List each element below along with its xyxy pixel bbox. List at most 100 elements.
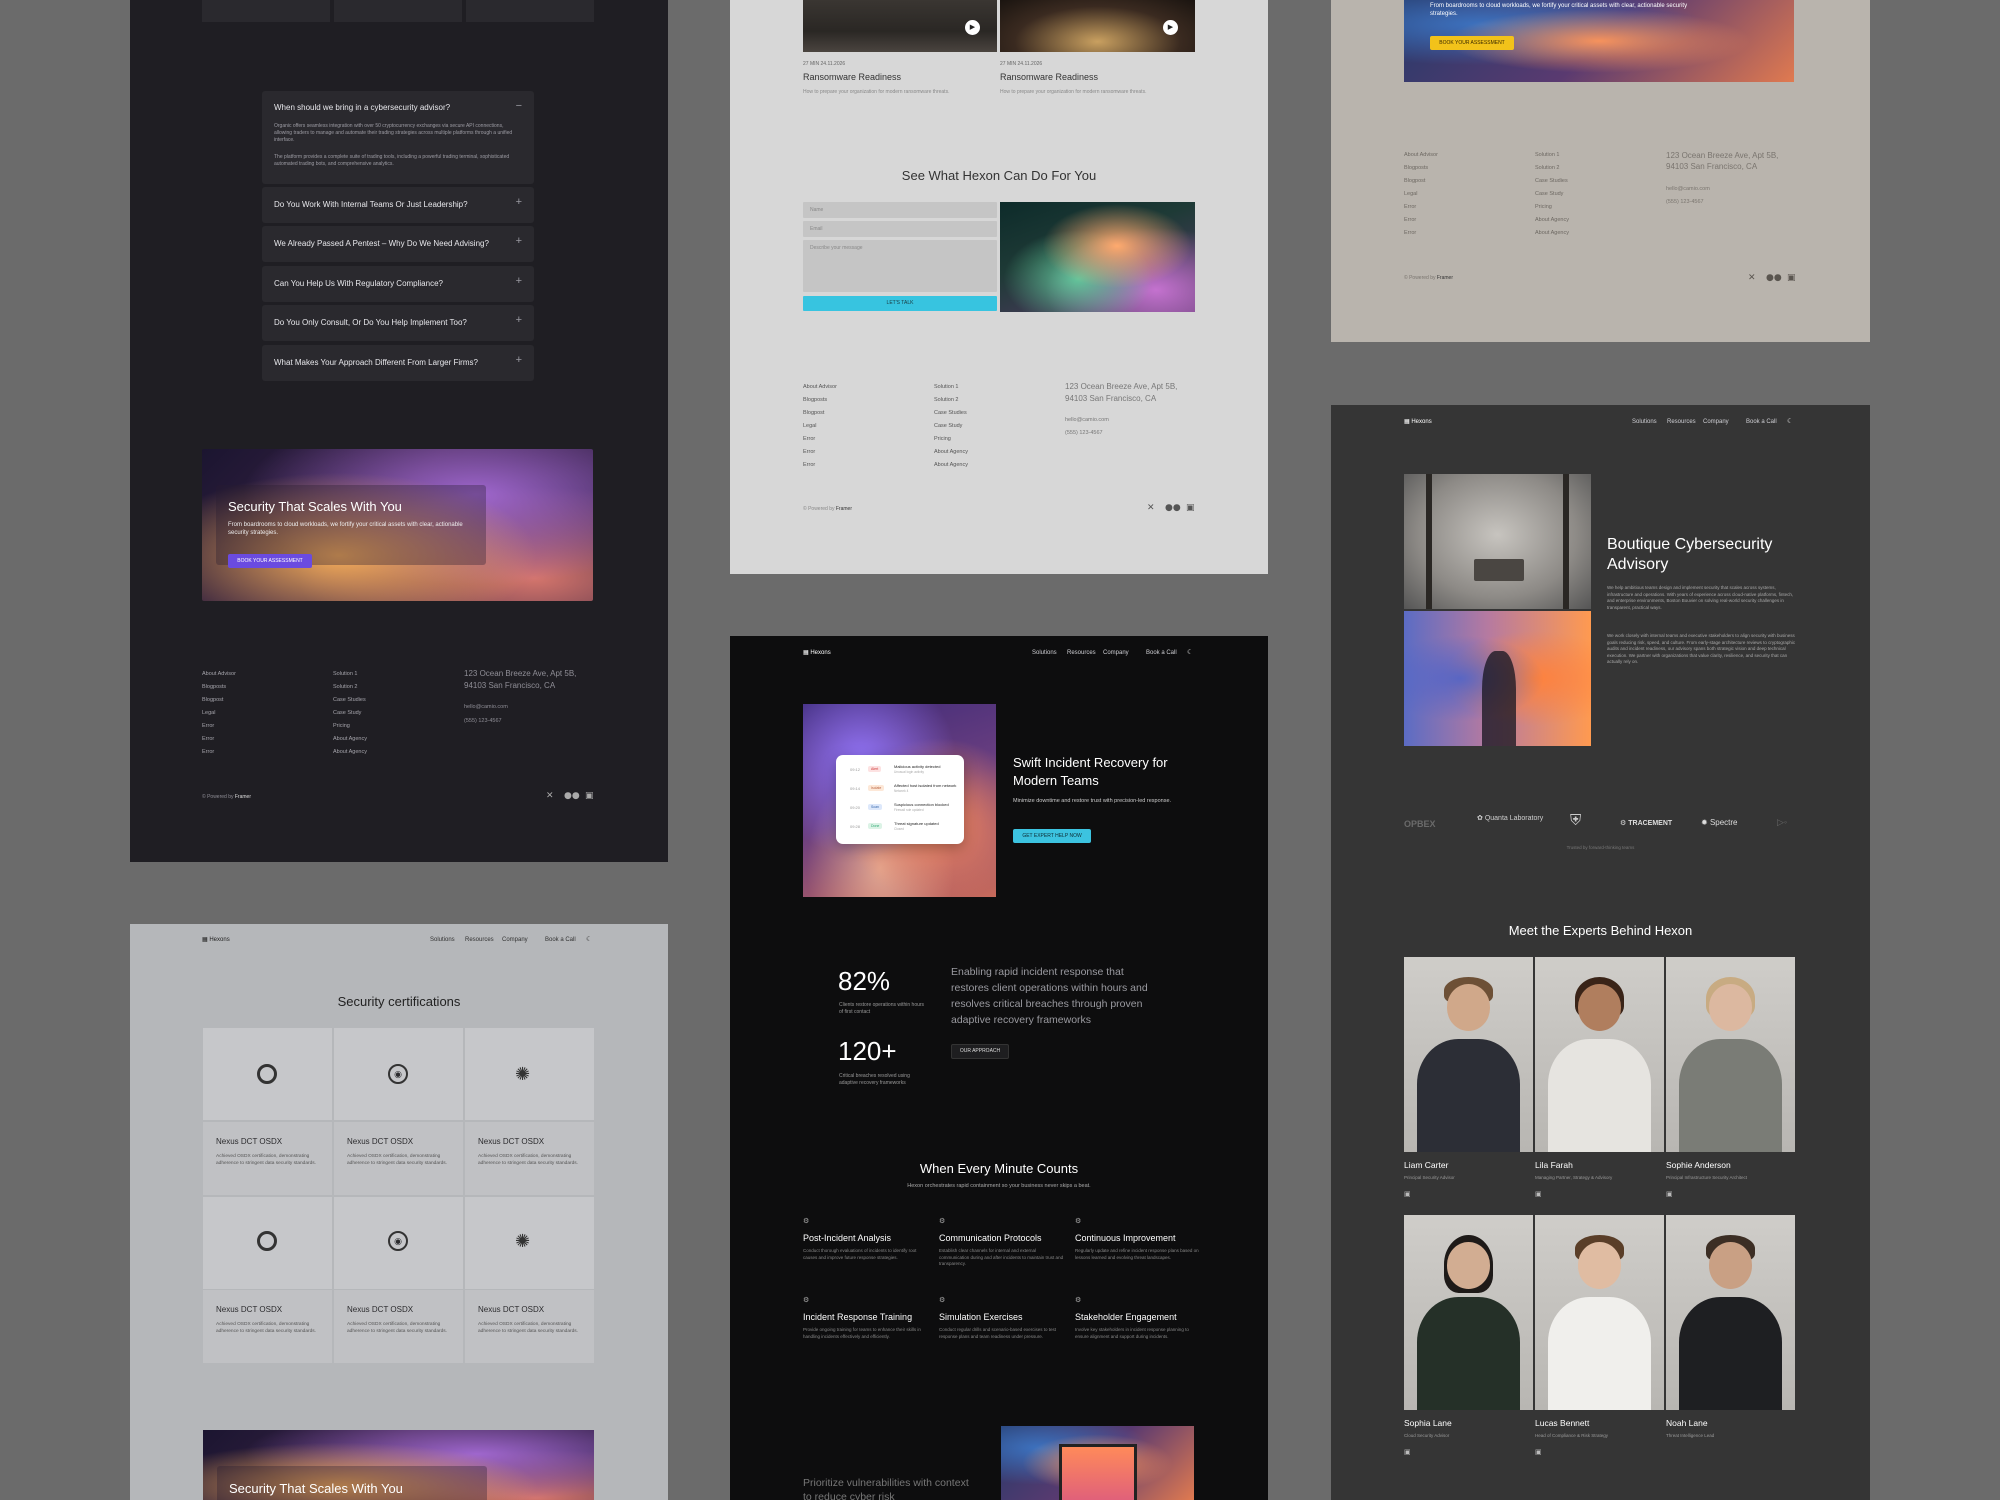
message-field[interactable]: Describe your message — [803, 240, 997, 292]
book-call-link[interactable]: Book a Call — [545, 937, 576, 943]
nav-link[interactable]: Company — [502, 937, 528, 943]
footer-link[interactable]: Legal — [1404, 191, 1438, 197]
footer-link[interactable]: Error — [803, 462, 837, 468]
linkedin-icon[interactable]: ▣ — [1535, 1190, 1542, 1198]
footer-link[interactable]: About Agency — [333, 749, 367, 755]
footer-link[interactable]: Case Study — [1535, 191, 1569, 197]
logo[interactable]: ▦ Hexons — [202, 936, 230, 943]
moon-icon[interactable]: ☾ — [1787, 417, 1793, 425]
nav-link[interactable]: Solutions — [430, 937, 455, 943]
footer-link[interactable]: Error — [202, 736, 236, 742]
logo[interactable]: ▦ Hexons — [1404, 418, 1432, 425]
name-field[interactable]: Name — [803, 202, 997, 218]
card-title[interactable]: Ransomware Readiness — [803, 72, 901, 82]
footer-link[interactable]: Case Study — [934, 423, 968, 429]
faq-item[interactable]: Do You Only Consult, Or Do You Help Impl… — [262, 305, 534, 341]
footer-link[interactable]: Error — [202, 749, 236, 755]
video-thumbnail[interactable]: ▶ — [1000, 0, 1195, 52]
nav-link[interactable]: Company — [1703, 419, 1729, 425]
footer-link[interactable]: Blogpost — [1404, 178, 1438, 184]
footer-link[interactable]: Solution 1 — [333, 671, 367, 677]
book-call-link[interactable]: Book a Call — [1146, 650, 1177, 656]
footer-link[interactable]: About Advisor — [1404, 152, 1438, 158]
footer-link[interactable]: Blogpost — [202, 697, 236, 703]
footer-link[interactable]: Solution 2 — [333, 684, 367, 690]
medium-icon[interactable]: ●● — [564, 791, 580, 801]
feature-item: ⚙ Continuous Improvement Regularly updat… — [1075, 1217, 1200, 1261]
logo[interactable]: ▦ Hexons — [803, 649, 831, 656]
footer-link[interactable]: About Agency — [1535, 217, 1569, 223]
footer-link[interactable]: Solution 1 — [1535, 152, 1569, 158]
email[interactable]: hello@camio.com — [464, 704, 508, 710]
x-icon[interactable]: ✕ — [1748, 273, 1756, 283]
expert-help-button[interactable]: GET EXPERT HELP NOW — [1013, 829, 1091, 843]
footer-link[interactable]: Blogposts — [202, 684, 236, 690]
play-icon[interactable]: ▶ — [965, 20, 980, 35]
faq-item-open[interactable]: When should we bring in a cybersecurity … — [262, 91, 534, 184]
book-assessment-button[interactable]: BOOK YOUR ASSESSMENT — [1430, 36, 1514, 50]
faq-item[interactable]: We Already Passed A Pentest – Why Do We … — [262, 226, 534, 262]
footer-link[interactable]: Pricing — [1535, 204, 1569, 210]
footer-link[interactable]: Case Studies — [934, 410, 968, 416]
email[interactable]: hello@camio.com — [1065, 417, 1109, 423]
medium-icon[interactable]: ●● — [1165, 503, 1181, 513]
status-badge: Scan — [868, 804, 882, 810]
play-icon[interactable]: ▶ — [1163, 20, 1178, 35]
footer-link[interactable]: About Agency — [934, 449, 968, 455]
footer-link[interactable]: About Agency — [333, 736, 367, 742]
linkedin-icon[interactable]: ▣ — [1404, 1190, 1411, 1198]
footer-link[interactable]: Blogposts — [803, 397, 837, 403]
footer-link[interactable]: About Advisor — [202, 671, 236, 677]
linkedin-icon[interactable]: ▣ — [1404, 1448, 1411, 1456]
footer-link[interactable]: Legal — [803, 423, 837, 429]
book-assessment-button[interactable]: BOOK YOUR ASSESSMENT — [228, 554, 312, 568]
nav-link[interactable]: Resources — [1067, 650, 1096, 656]
nav-link[interactable]: Solutions — [1032, 650, 1057, 656]
nav-link[interactable]: Solutions — [1632, 419, 1657, 425]
email[interactable]: hello@camio.com — [1666, 186, 1710, 192]
footer-link[interactable]: Blogpost — [803, 410, 837, 416]
footer-link[interactable]: Case Study — [333, 710, 367, 716]
footer-link[interactable]: Blogposts — [1404, 165, 1438, 171]
footer-link[interactable]: Case Studies — [333, 697, 367, 703]
nav-link[interactable]: Resources — [1667, 419, 1696, 425]
medium-icon[interactable]: ●● — [1766, 273, 1782, 283]
linkedin-icon[interactable]: ▣ — [1535, 1448, 1542, 1456]
moon-icon[interactable]: ☾ — [1187, 648, 1193, 656]
footer-link[interactable]: About Agency — [1535, 230, 1569, 236]
linkedin-icon[interactable]: ▣ — [1666, 1190, 1673, 1198]
book-call-link[interactable]: Book a Call — [1746, 419, 1777, 425]
email-field[interactable]: Email — [803, 221, 997, 237]
submit-button[interactable]: LET'S TALK — [803, 296, 997, 311]
card-title[interactable]: Ransomware Readiness — [1000, 72, 1098, 82]
footer-link[interactable]: Error — [202, 723, 236, 729]
footer-link[interactable]: Error — [803, 449, 837, 455]
footer-link[interactable]: About Agency — [934, 462, 968, 468]
footer-link[interactable]: Solution 2 — [1535, 165, 1569, 171]
nav-link[interactable]: Company — [1103, 650, 1129, 656]
video-thumbnail[interactable]: ▶ — [803, 0, 997, 52]
our-approach-button[interactable]: OUR APPROACH — [951, 1044, 1009, 1059]
x-icon[interactable]: ✕ — [1147, 503, 1155, 513]
faq-item[interactable]: Do You Work With Internal Teams Or Just … — [262, 187, 534, 223]
footer-link[interactable]: Pricing — [333, 723, 367, 729]
footer-link[interactable]: About Advisor — [803, 384, 837, 390]
footer-link[interactable]: Legal — [202, 710, 236, 716]
footer-link[interactable]: Error — [1404, 217, 1438, 223]
faq-item[interactable]: Can You Help Us With Regulatory Complian… — [262, 266, 534, 302]
footer-link[interactable]: Error — [1404, 204, 1438, 210]
x-icon[interactable]: ✕ — [546, 791, 554, 801]
footer-link[interactable]: Error — [803, 436, 837, 442]
linkedin-icon[interactable]: ▣ — [1186, 503, 1195, 513]
moon-icon[interactable]: ☾ — [586, 935, 592, 943]
footer-link[interactable]: Error — [1404, 230, 1438, 236]
cert-desc: Achieved OSDX certification, demonstrati… — [347, 1154, 447, 1166]
footer-link[interactable]: Case Studies — [1535, 178, 1569, 184]
footer-link[interactable]: Solution 2 — [934, 397, 968, 403]
nav-link[interactable]: Resources — [465, 937, 494, 943]
footer-link[interactable]: Solution 1 — [934, 384, 968, 390]
faq-item[interactable]: What Makes Your Approach Different From … — [262, 345, 534, 381]
linkedin-icon[interactable]: ▣ — [585, 791, 594, 801]
linkedin-icon[interactable]: ▣ — [1787, 273, 1796, 283]
footer-link[interactable]: Pricing — [934, 436, 968, 442]
